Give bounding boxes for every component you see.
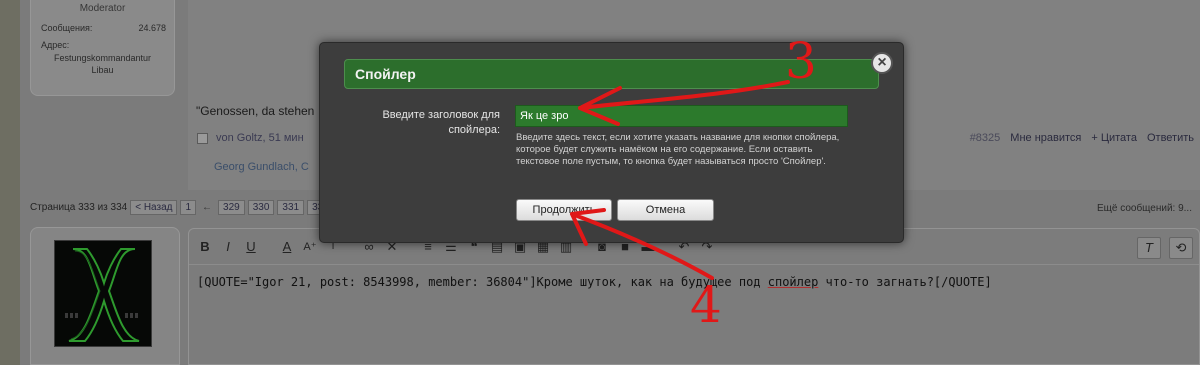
- messages-row: Сообщения: 24.678: [41, 23, 166, 33]
- editor-text-before: [QUOTE="Igor 21, post: 8543998, member: …: [197, 275, 768, 289]
- spoiler-help-text: Введите здесь текст, если хотите указать…: [516, 132, 840, 167]
- post-number[interactable]: #8325: [970, 132, 1001, 144]
- dialog-title: Спойлер: [355, 66, 416, 82]
- close-icon[interactable]: ×: [871, 52, 893, 74]
- address-line-1: Festungskommandantur: [53, 53, 152, 63]
- source-mode-icon[interactable]: ⟲: [1169, 237, 1193, 259]
- page-ellipsis: ←: [202, 202, 213, 213]
- remove-format-icon[interactable]: T: [1137, 237, 1161, 259]
- annotation-step-4: 4: [690, 276, 722, 334]
- toolbar-right: T ⟲: [1137, 237, 1193, 259]
- italic-icon[interactable]: I: [218, 237, 238, 257]
- avatar-card: [30, 227, 180, 365]
- bold-icon[interactable]: B: [195, 237, 215, 257]
- select-post-checkbox[interactable]: [197, 132, 208, 144]
- user-info-card: Moderator Сообщения: 24.678 Адрес: Festu…: [30, 0, 175, 96]
- more-messages[interactable]: Ещё сообщений: 9...: [1097, 203, 1192, 214]
- post-likes[interactable]: Georg Gundlach, C: [214, 161, 309, 173]
- pagination: Страница 333 из 334 < Назад 1 ← 329 330 …: [30, 200, 334, 215]
- page-link[interactable]: 330: [247, 200, 275, 215]
- avatar[interactable]: [54, 240, 152, 347]
- annotation-step-3: 3: [785, 32, 817, 90]
- user-role: Moderator: [79, 3, 126, 14]
- page-link[interactable]: 329: [218, 200, 245, 215]
- cancel-button[interactable]: Отмена: [617, 199, 714, 221]
- spoiler-title-label: Введите заголовок для спойлера:: [382, 109, 500, 136]
- editor-text[interactable]: [QUOTE="Igor 21, post: 8543998, member: …: [197, 275, 992, 289]
- underline-icon[interactable]: U: [241, 237, 261, 257]
- page-link[interactable]: 331: [277, 200, 305, 215]
- editor-text-spellcheck: спойлер: [767, 275, 819, 289]
- page-link[interactable]: 1: [180, 200, 197, 215]
- x-files-logo-icon: [55, 241, 151, 346]
- spoiler-title-input[interactable]: [515, 105, 848, 127]
- messages-value: 24.678: [138, 23, 166, 33]
- font-size-icon[interactable]: A⁺: [300, 237, 320, 257]
- post-author-time[interactable]: von Goltz, 51 мин: [216, 132, 304, 144]
- post-meta: von Goltz, 51 мин: [197, 132, 304, 144]
- page-back-button[interactable]: < Назад: [130, 200, 178, 215]
- like-link[interactable]: Мне нравится: [1010, 132, 1081, 144]
- editor-text-after: что-то загнать?[/QUOTE]: [818, 275, 992, 289]
- reply-link[interactable]: Ответить: [1147, 132, 1194, 144]
- page-label: Страница 333 из 334: [30, 202, 128, 213]
- address-row: Адрес:: [41, 40, 166, 50]
- page-left-strip: [0, 0, 20, 365]
- quote-link[interactable]: + Цитата: [1091, 132, 1137, 144]
- continue-button[interactable]: Продолжить: [516, 199, 612, 221]
- post-actions: #8325 Мне нравится + Цитата Ответить: [970, 132, 1194, 144]
- address-label: Адрес:: [41, 40, 70, 50]
- font-color-icon[interactable]: A: [277, 237, 297, 257]
- messages-label: Сообщения:: [41, 23, 93, 33]
- address-line-2: Libau: [91, 65, 114, 75]
- post-quote-snippet: "Genossen, da stehen: [196, 104, 315, 118]
